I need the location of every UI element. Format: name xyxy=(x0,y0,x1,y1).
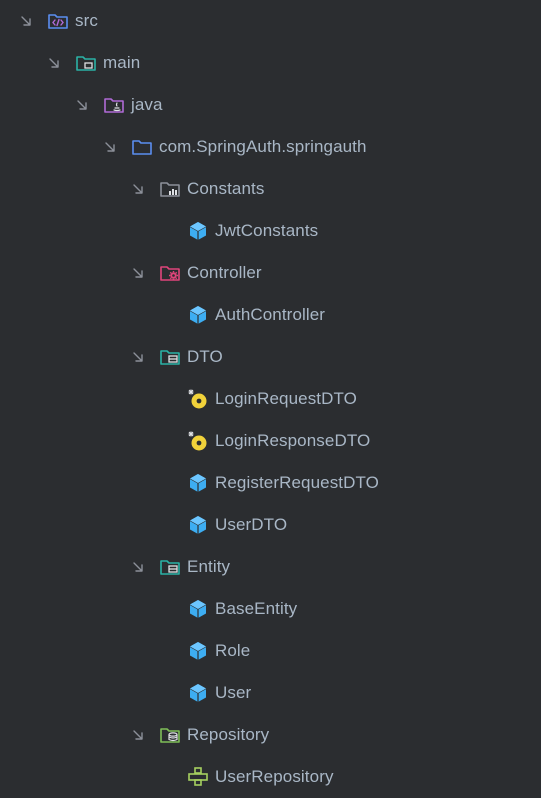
dto-folder-icon xyxy=(159,346,181,368)
chevron-expanded-icon[interactable] xyxy=(19,14,33,28)
class-icon xyxy=(187,514,209,536)
package-folder-icon xyxy=(131,136,153,158)
chevron-expanded-icon[interactable] xyxy=(75,98,89,112)
class-icon xyxy=(187,472,209,494)
class-icon xyxy=(187,598,209,620)
tree-node-label: LoginResponseDTO xyxy=(215,431,371,450)
tree-node-auth-controller[interactable]: AuthController xyxy=(0,294,541,336)
tree-node-base-entity[interactable]: BaseEntity xyxy=(0,588,541,630)
source-folder-icon xyxy=(47,10,69,32)
tree-node-label: Entity xyxy=(187,557,231,576)
tree-node-label: Controller xyxy=(187,263,262,282)
tree-node-main[interactable]: main xyxy=(0,42,541,84)
tree-node-label: Role xyxy=(215,641,251,660)
tree-node-label: java xyxy=(131,95,163,114)
tree-node-label: src xyxy=(75,11,98,30)
class-icon xyxy=(187,220,209,242)
tree-node-controller[interactable]: Controller xyxy=(0,252,541,294)
tree-node-label: AuthController xyxy=(215,305,326,324)
tree-node-constants[interactable]: Constants xyxy=(0,168,541,210)
tree-node-user-repository[interactable]: UserRepository xyxy=(0,756,541,798)
chevron-expanded-icon[interactable] xyxy=(131,350,145,364)
project-tree: src main java com.SpringAuth.springauth … xyxy=(0,0,541,794)
chevron-expanded-icon[interactable] xyxy=(131,266,145,280)
record-icon xyxy=(187,430,209,452)
tree-node-login-request-dto[interactable]: LoginRequestDTO xyxy=(0,378,541,420)
tree-node-package[interactable]: com.SpringAuth.springauth xyxy=(0,126,541,168)
tree-node-jwt-constants[interactable]: JwtConstants xyxy=(0,210,541,252)
tree-node-src[interactable]: src xyxy=(0,0,541,42)
chevron-expanded-icon[interactable] xyxy=(131,182,145,196)
tree-node-label: main xyxy=(103,53,141,72)
tree-node-login-response-dto[interactable]: LoginResponseDTO xyxy=(0,420,541,462)
tree-node-label: LoginRequestDTO xyxy=(215,389,357,408)
class-icon xyxy=(187,304,209,326)
class-icon xyxy=(187,640,209,662)
tree-node-label: UserDTO xyxy=(215,515,288,534)
java-folder-icon xyxy=(103,94,125,116)
controller-folder-icon xyxy=(159,262,181,284)
tree-node-label: RegisterRequestDTO xyxy=(215,473,379,492)
constants-folder-icon xyxy=(159,178,181,200)
tree-node-label: JwtConstants xyxy=(215,221,319,240)
tree-node-role[interactable]: Role xyxy=(0,630,541,672)
tree-node-dto[interactable]: DTO xyxy=(0,336,541,378)
tree-node-user[interactable]: User xyxy=(0,672,541,714)
record-icon xyxy=(187,388,209,410)
tree-node-label: com.SpringAuth.springauth xyxy=(159,137,367,156)
tree-node-user-dto[interactable]: UserDTO xyxy=(0,504,541,546)
tree-node-entity[interactable]: Entity xyxy=(0,546,541,588)
tree-node-register-request-dto[interactable]: RegisterRequestDTO xyxy=(0,462,541,504)
chevron-expanded-icon[interactable] xyxy=(131,728,145,742)
chevron-expanded-icon[interactable] xyxy=(103,140,117,154)
tree-node-repository[interactable]: Repository xyxy=(0,714,541,756)
tree-node-label: BaseEntity xyxy=(215,599,298,618)
tree-node-label: Repository xyxy=(187,725,270,744)
repository-folder-icon xyxy=(159,724,181,746)
tree-node-label: Constants xyxy=(187,179,265,198)
class-icon xyxy=(187,682,209,704)
entity-folder-icon xyxy=(159,556,181,578)
module-folder-icon xyxy=(75,52,97,74)
interface-icon xyxy=(187,766,209,788)
chevron-expanded-icon[interactable] xyxy=(47,56,61,70)
chevron-expanded-icon[interactable] xyxy=(131,560,145,574)
tree-node-label: UserRepository xyxy=(215,767,334,786)
tree-node-label: DTO xyxy=(187,347,223,366)
tree-node-label: User xyxy=(215,683,252,702)
tree-node-java[interactable]: java xyxy=(0,84,541,126)
